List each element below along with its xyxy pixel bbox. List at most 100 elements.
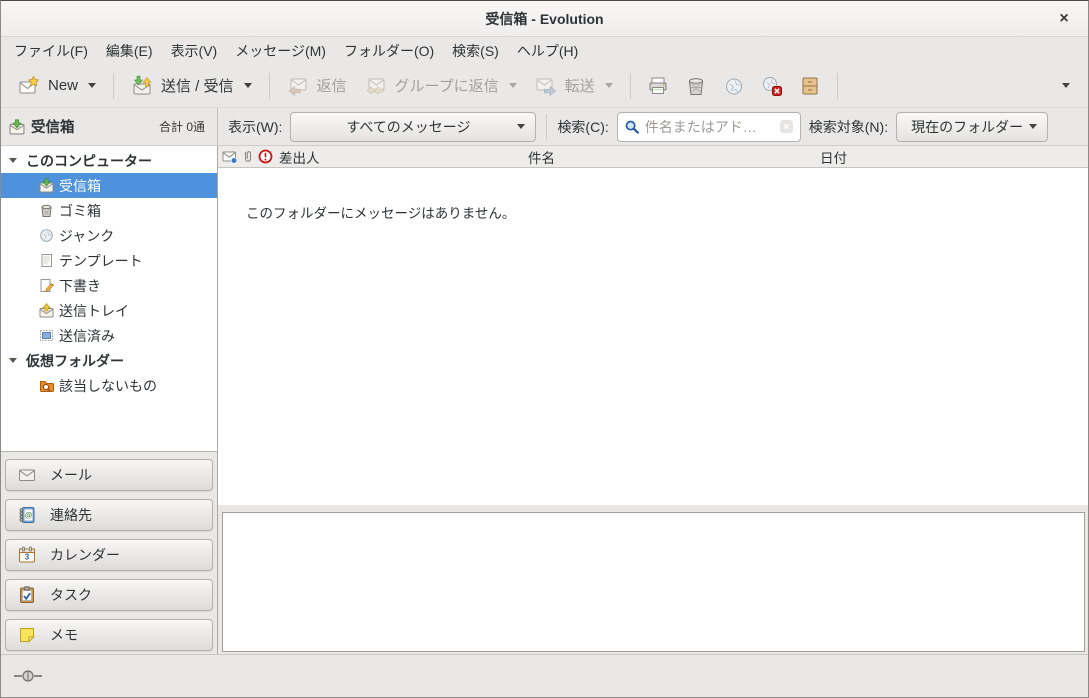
new-button[interactable]: New [9,69,105,103]
folder-label: 送信トレイ [59,301,129,321]
junk-button[interactable] [715,69,753,103]
menu-message[interactable]: メッセージ(M) [226,37,335,64]
reply-button-label: 返信 [317,75,347,96]
sidebar-group-this-computer[interactable]: このコンピューター [1,148,217,173]
group-reply-icon [365,75,387,97]
filter-search-bar: 表示(W): すべてのメッセージ 検索(C): 検索対象(N): [218,108,1088,145]
column-date[interactable]: 日付 [820,147,1088,167]
group-reply-button[interactable]: グループに返信 [356,69,526,103]
column-subject-label: 件名 [528,151,555,166]
column-subject[interactable]: 件名 [528,147,820,167]
sidebar-item-unmatched[interactable]: 該当しないもの [1,373,217,398]
sidebar-item-junk[interactable]: ジャンク [1,223,217,248]
expander-icon[interactable] [9,158,17,163]
menu-file[interactable]: ファイル(F) [5,37,97,64]
send-receive-dropdown-caret-icon[interactable] [244,83,252,88]
column-from-label: 差出人 [279,147,320,167]
status-bar [1,654,1088,697]
new-dropdown-caret-icon[interactable] [88,83,96,88]
column-date-label: 日付 [820,151,847,166]
search-box [617,112,801,142]
send-receive-button[interactable]: 送信 / 受信 [122,69,261,103]
message-filter-dropdown[interactable]: すべてのメッセージ [290,112,536,142]
forward-dropdown-caret-icon[interactable] [605,83,613,88]
search-input[interactable] [645,119,774,135]
archive-icon [799,75,821,97]
menu-folder[interactable]: フォルダー(O) [335,37,443,64]
online-status-icon[interactable] [13,668,43,684]
evolution-window: 受信箱 - Evolution × ファイル(F) 編集(E) 表示(V) メッ… [0,0,1089,698]
tasks-icon [18,586,36,604]
column-from[interactable]: 差出人 [218,147,528,167]
attachment-icon[interactable] [240,149,255,164]
not-junk-icon [761,75,783,97]
not-junk-button[interactable] [753,69,791,103]
switcher-calendar-button[interactable]: 3 カレンダー [5,539,213,571]
forward-icon [535,75,557,97]
folder-label: 該当しないもの [59,376,157,396]
switcher-label: 連絡先 [50,505,92,525]
print-button[interactable] [639,69,677,103]
print-icon [647,75,669,97]
toolbar-overflow-button[interactable] [1050,83,1080,88]
forward-button-label: 転送 [565,75,595,96]
pane-splitter[interactable] [218,505,1088,512]
sidebar-item-inbox[interactable]: 受信箱 [1,173,217,198]
new-mail-icon [18,75,40,97]
drafts-icon [39,278,54,293]
switcher-tasks-button[interactable]: タスク [5,579,213,611]
sidebar-item-templates[interactable]: テンプレート [1,248,217,273]
folder-label: テンプレート [59,251,143,271]
preview-pane[interactable] [222,512,1085,652]
expander-icon[interactable] [9,358,17,363]
delete-button[interactable] [677,69,715,103]
inbox-icon [9,119,25,135]
titlebar: 受信箱 - Evolution × [1,1,1088,37]
folder-label: ジャンク [59,226,114,246]
sidebar: このコンピューター 受信箱 ゴミ箱 [1,146,218,654]
search-scope-dropdown[interactable]: 現在のフォルダー [896,112,1048,142]
sidebar-item-outbox[interactable]: 送信トレイ [1,298,217,323]
sidebar-group-search-folders[interactable]: 仮想フォルダー [1,348,217,373]
folder-label: 送信済み [59,326,115,346]
junk-icon [723,75,745,97]
close-button[interactable]: × [1054,9,1074,29]
menu-edit[interactable]: 編集(E) [97,37,162,64]
toolbar-separator [630,73,631,99]
read-status-icon[interactable] [222,149,237,164]
sidebar-item-sent[interactable]: 送信済み [1,323,217,348]
templates-icon [39,253,54,268]
outbox-icon [39,303,54,318]
switcher-memos-button[interactable]: メモ [5,619,213,651]
menu-view[interactable]: 表示(V) [162,37,227,64]
menu-help[interactable]: ヘルプ(H) [508,37,587,64]
folder-bar: 受信箱 合計 0通 表示(W): すべてのメッセージ 検索(C): [1,108,1088,146]
group-label: 仮想フォルダー [26,351,124,371]
folder-label: 下書き [59,276,101,296]
forward-button[interactable]: 転送 [526,69,622,103]
clear-search-icon[interactable] [779,119,794,134]
toolbar-separator [113,73,114,99]
folder-tree: このコンピューター 受信箱 ゴミ箱 [1,146,217,452]
menu-search[interactable]: 検索(S) [443,37,508,64]
message-list[interactable]: このフォルダーにメッセージはありません。 [218,168,1088,505]
sidebar-item-trash[interactable]: ゴミ箱 [1,198,217,223]
sidebar-item-drafts[interactable]: 下書き [1,273,217,298]
mail-icon [18,466,36,484]
switcher-label: メモ [50,625,78,645]
search-scope-label: 検索対象(N): [809,117,888,137]
important-icon[interactable] [258,149,273,164]
folder-total-count: 合計 0通 [159,118,205,135]
contacts-icon: @ [18,506,36,524]
svg-text:@: @ [25,511,33,520]
switcher-contacts-button[interactable]: @ 連絡先 [5,499,213,531]
group-reply-label: グループに返信 [395,75,499,96]
switcher-label: メール [50,465,92,485]
sent-icon [39,328,54,343]
toolbar-separator [269,73,270,99]
reply-button[interactable]: 返信 [278,69,356,103]
search-icon [624,119,640,135]
archive-button[interactable] [791,69,829,103]
switcher-mail-button[interactable]: メール [5,459,213,491]
group-reply-dropdown-caret-icon[interactable] [509,83,517,88]
